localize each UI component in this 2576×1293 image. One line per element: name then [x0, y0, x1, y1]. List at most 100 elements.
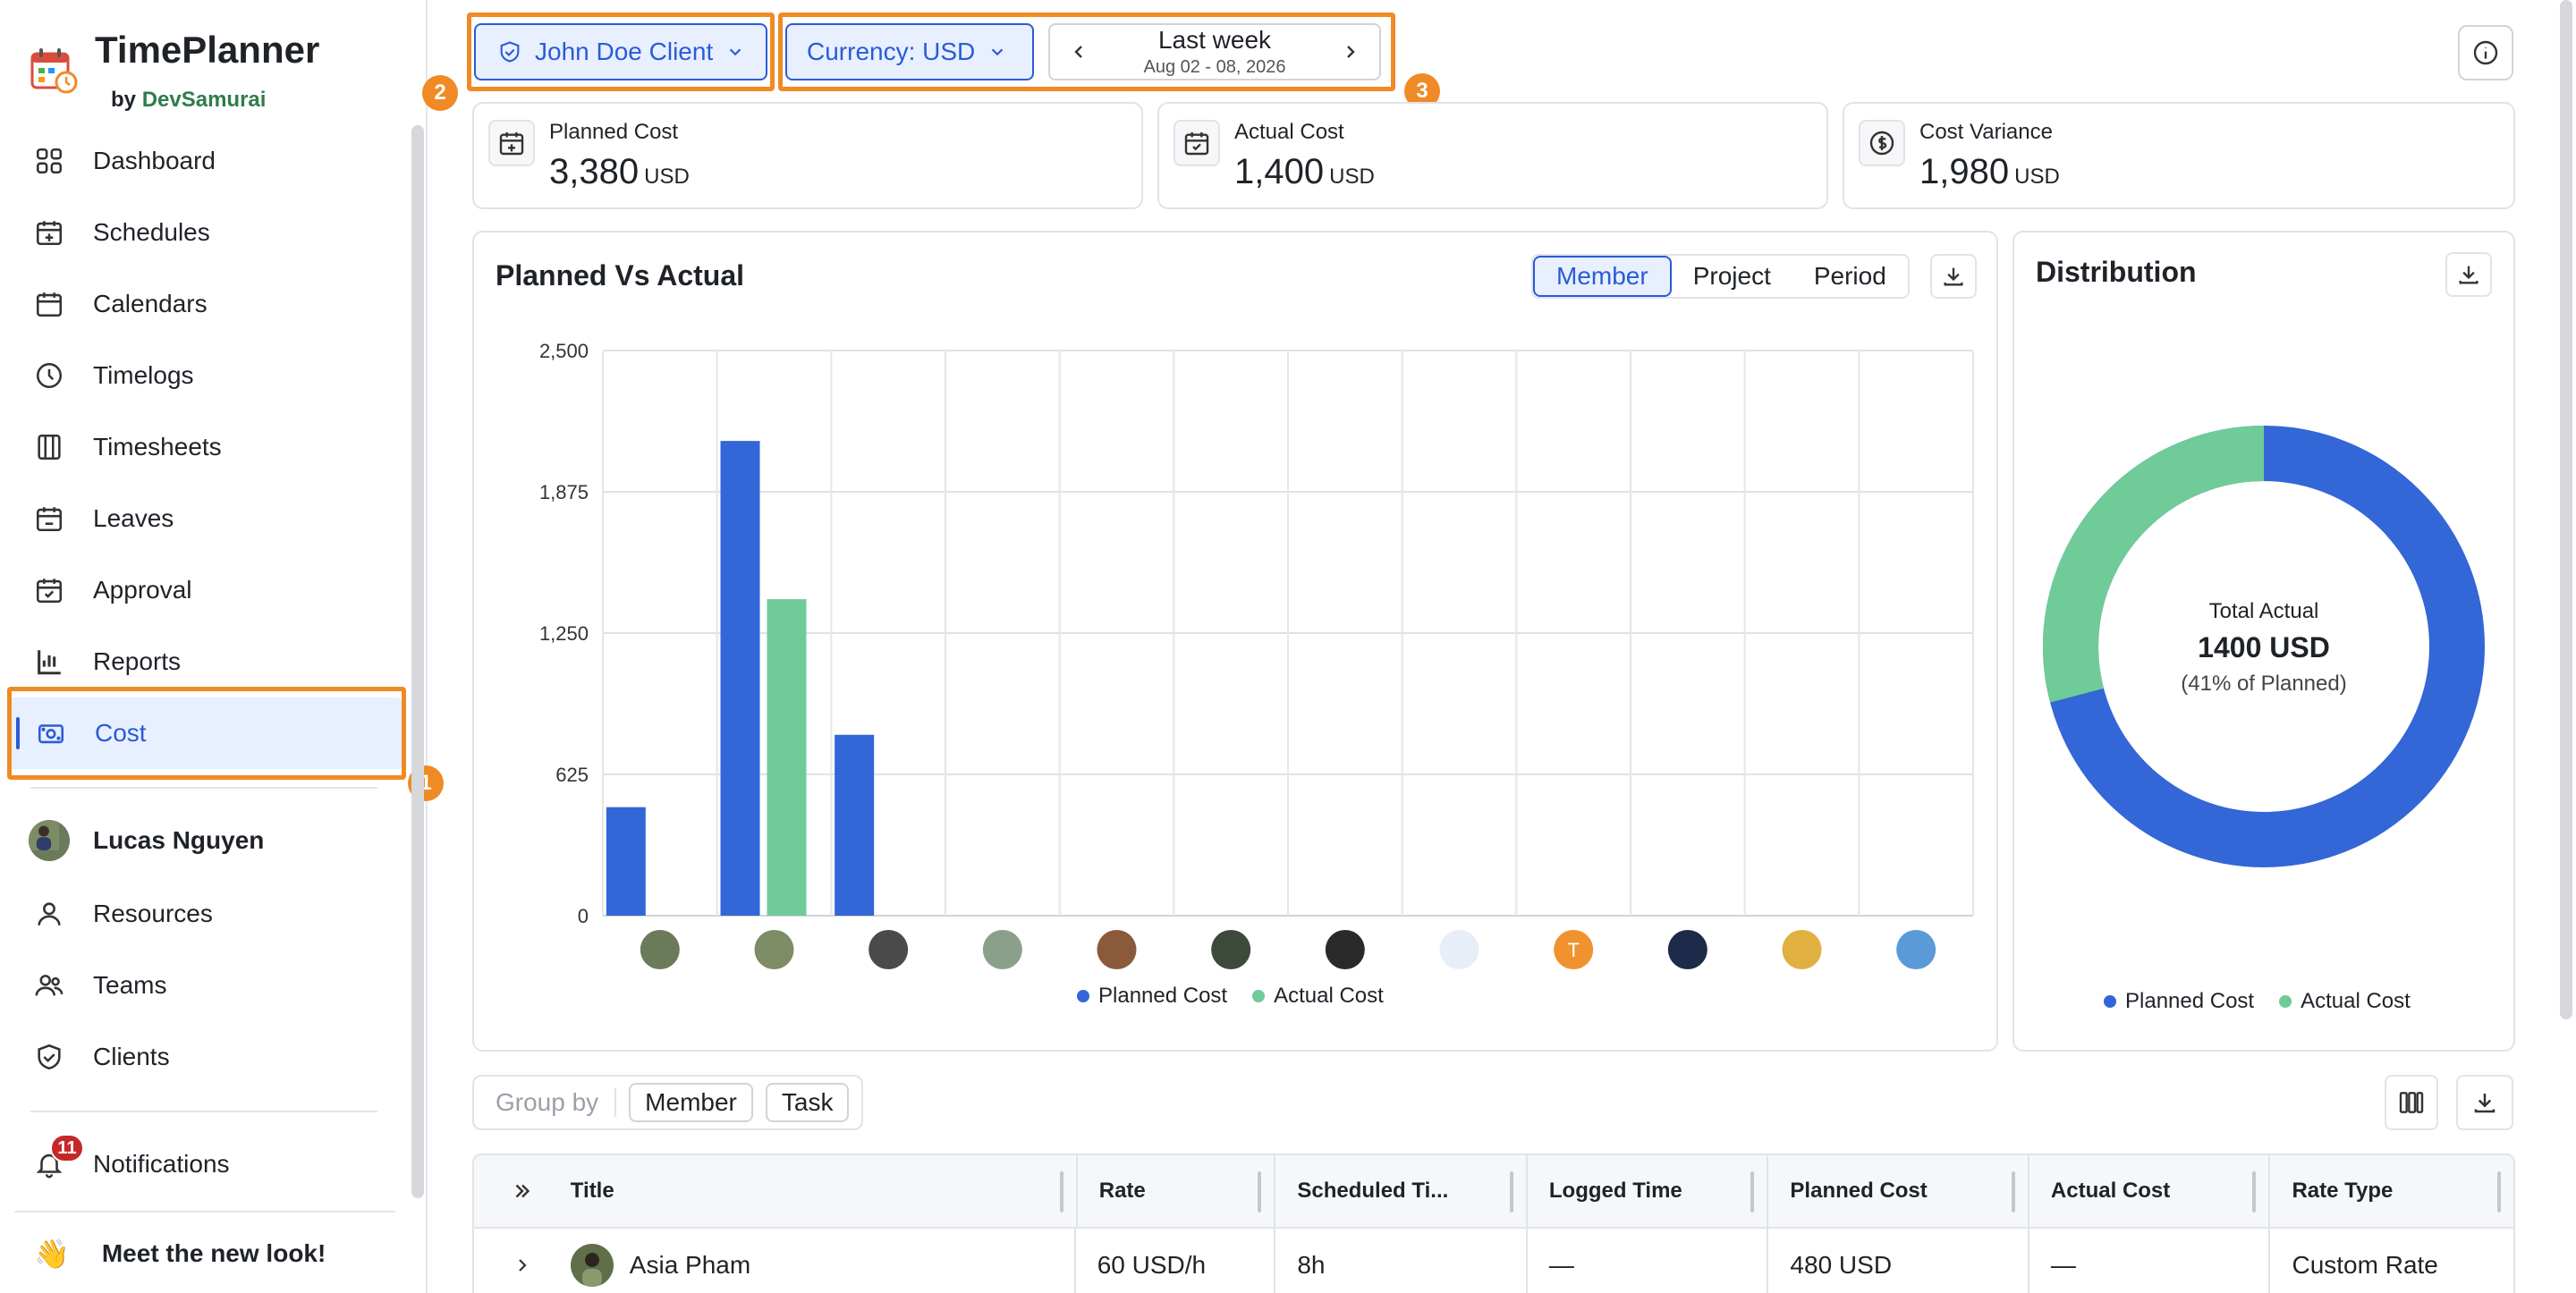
distribution-legend: Planned Cost Actual Cost	[2104, 989, 2411, 1014]
sidebar-item-timesheets[interactable]: Timesheets	[0, 411, 411, 483]
table-download-button[interactable]	[2456, 1075, 2513, 1130]
donut-center: Total Actual 1400 USD (41% of Planned)	[2041, 599, 2487, 697]
group-by-task[interactable]: Task	[765, 1083, 850, 1122]
legend-planned: Planned Cost	[1077, 984, 1227, 1009]
info-button[interactable]	[2458, 25, 2513, 80]
row-rate-type-cell: Custom Rate	[2292, 1251, 2438, 1279]
sidebar-item-label: Timesheets	[93, 433, 222, 461]
app-byline: by DevSamurai	[111, 88, 266, 113]
column-actual-cost[interactable]: Actual Cost	[2029, 1155, 2271, 1227]
chart-title: Planned Vs Actual	[496, 259, 744, 292]
group-by-label: Group by	[496, 1088, 617, 1117]
distribution-download-button[interactable]	[2445, 252, 2492, 297]
stat-label: Cost Variance	[1919, 120, 2053, 144]
stat-unit: USD	[1329, 165, 1375, 189]
notification-count-badge: 11	[50, 1134, 84, 1162]
column-rate[interactable]: Rate	[1075, 1155, 1276, 1227]
member-avatar-icon	[1097, 930, 1137, 969]
chevron-right-icon	[519, 1259, 527, 1272]
calendar-plus-icon	[36, 221, 63, 246]
member-avatar	[570, 1244, 614, 1287]
sidebar-user[interactable]: Lucas Nguyen	[0, 805, 411, 876]
sidebar-item-label: Clients	[93, 1043, 170, 1070]
app-title: TimePlanner	[95, 29, 320, 71]
column-resize-handle[interactable]	[2497, 1171, 2501, 1213]
byline-prefix: by	[111, 88, 137, 112]
vendor-name: DevSamurai	[141, 88, 267, 112]
row-expand-toggle[interactable]	[474, 1229, 571, 1293]
legend-actual: Actual Cost	[1252, 984, 1384, 1009]
sidebar-item-approval[interactable]: Approval	[0, 554, 411, 626]
column-settings-button[interactable]	[2385, 1075, 2438, 1130]
column-resize-handle[interactable]	[1750, 1171, 1755, 1213]
column-label: Rate	[1098, 1179, 1146, 1203]
stat-label: Planned Cost	[549, 120, 679, 144]
column-planned-cost[interactable]: Planned Cost	[1768, 1155, 2029, 1227]
member-avatar-icon	[1325, 930, 1365, 969]
person-icon	[38, 902, 61, 925]
row-planned-cell: 480 USD	[1768, 1229, 2029, 1293]
stat-unit: USD	[644, 165, 690, 189]
member-avatar-icon	[1211, 930, 1251, 969]
row-logged-cell: —	[1528, 1229, 1769, 1293]
handshake-icon	[38, 1044, 61, 1070]
sidebar-item-leaves[interactable]: Leaves	[0, 483, 411, 554]
sidebar-item-schedules[interactable]: Schedules	[0, 197, 411, 268]
column-label: Planned Cost	[1790, 1179, 1928, 1203]
distribution-title: Distribution	[2036, 256, 2197, 288]
brand[interactable]: TimePlanner	[29, 27, 319, 95]
sidebar: TimePlanner by DevSamurai Dashboard Sche…	[0, 0, 444, 1293]
new-look-text: Meet the new look!	[101, 1239, 326, 1267]
sidebar-item-label: Teams	[93, 971, 167, 999]
column-label: Title	[570, 1179, 614, 1203]
info-icon	[2473, 40, 2498, 65]
download-icon	[2459, 266, 2479, 284]
column-resize-handle[interactable]	[2011, 1171, 2015, 1213]
sidebar-item-label: Dashboard	[93, 147, 216, 174]
member-name: Asia Pham	[629, 1251, 751, 1279]
row-actual-cell: —	[2029, 1229, 2271, 1293]
sidebar-item-timelogs[interactable]: Timelogs	[0, 340, 411, 411]
column-resize-handle[interactable]	[1258, 1171, 1262, 1213]
tab-project[interactable]: Project	[1672, 256, 1792, 297]
legend-dot	[1077, 990, 1089, 1002]
expand-all-toggle[interactable]	[474, 1155, 571, 1227]
bar-chart-icon	[38, 650, 61, 675]
bar-planned	[606, 807, 646, 916]
y-tick-label: 0	[578, 905, 589, 927]
column-logged-time[interactable]: Logged Time	[1528, 1155, 1769, 1227]
chart-legend: Planned Cost Actual Cost	[1077, 984, 1384, 1009]
sidebar-item-label: Schedules	[93, 218, 210, 246]
sidebar-item-calendars[interactable]: Calendars	[0, 268, 411, 340]
sidebar-scrollbar[interactable]	[411, 125, 424, 1198]
new-look-banner[interactable]: 👋 Meet the new look!	[0, 1218, 411, 1289]
group-by-member[interactable]: Member	[629, 1083, 753, 1122]
sidebar-item-teams[interactable]: Teams	[0, 950, 411, 1021]
tab-member[interactable]: Member	[1533, 256, 1672, 297]
sidebar-item-label: Leaves	[93, 504, 174, 532]
row-title-cell: Asia Pham	[570, 1229, 1076, 1293]
tab-period[interactable]: Period	[1792, 256, 1908, 297]
main-nav: Dashboard Schedules Calendars Timelogs T…	[0, 125, 411, 769]
timeplanner-logo-icon	[30, 48, 78, 94]
sidebar-item-clients[interactable]: Clients	[0, 1021, 411, 1093]
grid-icon	[36, 148, 63, 174]
column-label: Logged Time	[1548, 1179, 1682, 1203]
page-scrollbar[interactable]	[2560, 0, 2572, 1019]
table-row[interactable]: Asia Pham 60 USD/h 8h — 480 USD — Custom…	[474, 1229, 2513, 1293]
column-resize-handle[interactable]	[2252, 1171, 2257, 1213]
member-avatar-icon	[640, 930, 680, 969]
column-resize-handle[interactable]	[1059, 1171, 1063, 1213]
calendar-minus-icon	[36, 507, 63, 532]
member-avatar-icon	[754, 930, 794, 969]
column-scheduled-time[interactable]: Scheduled Ti...	[1275, 1155, 1528, 1227]
stat-number: 3,380	[549, 152, 640, 191]
column-title[interactable]: Title	[571, 1155, 1076, 1227]
calendar-check-icon	[1174, 120, 1220, 166]
cost-highlight-box	[7, 687, 406, 780]
sidebar-item-resources[interactable]: Resources	[0, 878, 411, 950]
column-rate-type[interactable]: Rate Type	[2270, 1155, 2513, 1227]
column-resize-handle[interactable]	[1509, 1171, 1513, 1213]
chart-download-button[interactable]	[1930, 254, 1977, 299]
sidebar-item-dashboard[interactable]: Dashboard	[0, 125, 411, 197]
